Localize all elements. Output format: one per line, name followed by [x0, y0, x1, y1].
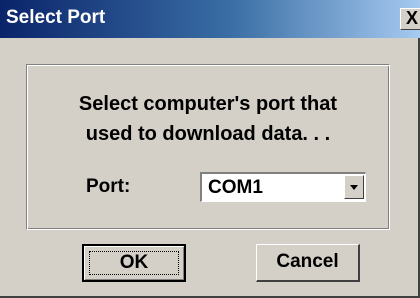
cancel-button[interactable]: Cancel: [256, 244, 360, 282]
chevron-down-icon: [350, 185, 358, 190]
instruction-message: Select computer's port that used to downl…: [78, 93, 338, 145]
select-port-dialog: Select Port X Select computer's port tha…: [0, 0, 420, 298]
window-title: Select Port: [6, 7, 106, 28]
cancel-button-label: Cancel: [276, 251, 339, 272]
port-select[interactable]: COM1: [200, 172, 366, 202]
port-dropdown-button[interactable]: [344, 175, 364, 199]
close-button[interactable]: X: [400, 8, 420, 30]
close-icon: X: [405, 8, 418, 28]
ok-button[interactable]: OK: [82, 244, 186, 282]
ok-button-label: OK: [119, 252, 149, 273]
port-label: Port:: [86, 176, 131, 197]
port-select-value: COM1: [208, 177, 263, 198]
title-bar[interactable]: Select Port X: [0, 0, 420, 38]
message-group: Select computer's port that used to downl…: [26, 64, 390, 230]
